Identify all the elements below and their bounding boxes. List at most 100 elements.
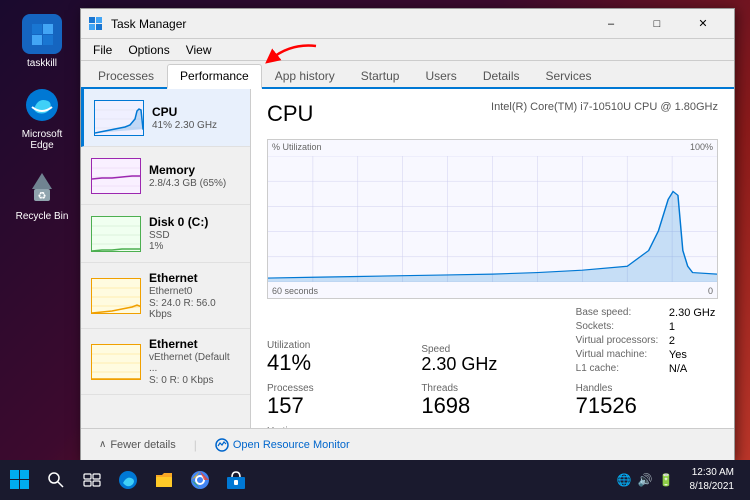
window-controls: – □ ✕ [588,9,726,39]
base-speed-value: 2.30 GHz [669,307,718,319]
ethernet1-info: Ethernet Ethernet0 S: 24.0 R: 56.0 Kbps [149,271,240,320]
cpu-stats: Utilization 41% Speed 2.30 GHz Base spee… [267,307,718,428]
l1-value: N/A [669,363,718,375]
sidebar-item-ethernet2[interactable]: Ethernet vEthernet (Default ... S: 0 R: … [81,329,250,395]
desktop-icon-edge[interactable]: Microsoft Edge [10,81,74,155]
desktop-icon-list: taskkill Microsoft Edge ♻ Recycle Bin [10,10,74,226]
threads-block: Threads 1698 [421,383,563,418]
ethernet2-sub2: S: 0 R: 0 Kbps [149,375,240,386]
cpu-thumbnail [94,100,144,136]
disk-name: Disk 0 (C:) [149,215,240,229]
tab-details[interactable]: Details [470,64,533,87]
utilization-value: 41% [267,351,409,375]
speed-value: 2.30 GHz [421,355,563,375]
desktop-icon-taskkill-label: taskkill [27,58,57,69]
disk-info: Disk 0 (C:) SSD 1% [149,215,240,252]
disk-sub1: SSD 1% [149,230,240,252]
volume-icon[interactable]: 🔊 [638,473,653,487]
tab-performance[interactable]: Performance [167,64,262,89]
threads-value: 1698 [421,394,563,418]
handles-block: Handles 71526 [576,383,718,418]
cpu-detail-panel: CPU Intel(R) Core(TM) i7-10510U CPU @ 1.… [251,89,734,428]
ethernet1-sub2: S: 24.0 R: 56.0 Kbps [149,298,240,320]
processes-value: 157 [267,394,409,418]
taskbar-left [0,464,613,496]
title-bar: Task Manager – □ ✕ [81,9,734,39]
desktop-icon-edge-label: Microsoft Edge [14,129,70,151]
cpu-sub: 41% 2.30 GHz [152,120,240,131]
ethernet2-info: Ethernet vEthernet (Default ... S: 0 R: … [149,337,240,386]
memory-sub: 2.8/4.3 GB (65%) [149,178,240,189]
cpu-name: CPU [152,105,240,119]
taskbar-clock[interactable]: 12:30 AM 8/18/2021 [682,466,743,494]
taskbar-files-icon[interactable] [148,464,180,496]
vm-label: Virtual machine: [576,349,661,361]
system-tray: 🌐 🔊 🔋 [613,473,678,487]
tab-startup[interactable]: Startup [348,64,413,87]
vproc-label: Virtual processors: [576,335,661,347]
menu-file[interactable]: File [85,41,120,59]
minimize-button[interactable]: – [588,9,634,39]
fewer-details-label: Fewer details [110,439,175,451]
sockets-value: 1 [669,321,718,333]
speed-block: Speed 2.30 GHz [421,344,563,375]
tab-app-history[interactable]: App history [262,64,348,87]
close-button[interactable]: ✕ [680,9,726,39]
taskbar-edge-icon[interactable] [112,464,144,496]
vm-value: Yes [669,349,718,361]
graph-y-label: % Utilization [272,142,322,152]
chevron-up-icon: ∧ [99,439,106,450]
ethernet2-thumbnail [91,344,141,380]
vproc-value: 2 [669,335,718,347]
search-taskbar-button[interactable] [40,464,72,496]
ethernet1-sub1: Ethernet0 [149,286,240,297]
task-manager-footer: ∧ Fewer details | Open Resource Monitor [81,428,734,460]
open-resource-monitor-label: Open Resource Monitor [233,439,350,451]
cpu-title: CPU [267,101,313,127]
cpu-model: Intel(R) Core(TM) i7-10510U CPU @ 1.80GH… [491,101,718,113]
network-icon[interactable]: 🌐 [617,473,632,487]
tab-processes[interactable]: Processes [85,64,167,87]
battery-icon[interactable]: 🔋 [659,473,674,487]
resource-monitor-icon [215,438,229,452]
fewer-details-button[interactable]: ∧ Fewer details [93,437,182,453]
taskbar-right: 🌐 🔊 🔋 12:30 AM 8/18/2021 [613,466,750,494]
cpu-info: CPU 41% 2.30 GHz [152,105,240,131]
tab-users[interactable]: Users [412,64,469,87]
sidebar-item-cpu[interactable]: CPU 41% 2.30 GHz [81,89,250,147]
svg-text:♻: ♻ [38,191,47,202]
desktop-icon-recycle[interactable]: ♻ Recycle Bin [10,163,74,226]
taskbar-chrome-icon[interactable] [184,464,216,496]
open-resource-monitor-button[interactable]: Open Resource Monitor [209,436,356,454]
graph-x-label: 60 seconds [272,286,318,296]
sidebar-item-memory[interactable]: Memory 2.8/4.3 GB (65%) [81,147,250,205]
desktop-icon-taskkill[interactable]: taskkill [10,10,74,73]
task-view-button[interactable] [76,464,108,496]
processes-block: Processes 157 [267,383,409,418]
sidebar-item-disk[interactable]: Disk 0 (C:) SSD 1% [81,205,250,263]
ethernet1-thumbnail [91,278,141,314]
cpu-header: CPU Intel(R) Core(TM) i7-10510U CPU @ 1.… [267,101,718,127]
graph-x-right: 0 [708,286,713,296]
menu-bar: File Options View [81,39,734,61]
memory-info: Memory 2.8/4.3 GB (65%) [149,163,240,189]
l1-label: L1 cache: [576,363,661,375]
clock-date: 8/18/2021 [690,480,735,494]
performance-sidebar: CPU 41% 2.30 GHz Memory 2 [81,89,251,428]
maximize-button[interactable]: □ [634,9,680,39]
cpu-graph: % Utilization 100% 60 seconds 0 [267,139,718,299]
footer-divider: | [194,438,197,452]
menu-options[interactable]: Options [120,41,177,59]
desktop-icon-recycle-label: Recycle Bin [16,211,69,222]
taskbar-store-icon[interactable] [220,464,252,496]
disk-thumbnail [91,216,141,252]
utilization-block: Utilization 41% [267,340,409,375]
memory-thumbnail [91,158,141,194]
start-button[interactable] [4,464,36,496]
tab-services[interactable]: Services [533,64,605,87]
menu-view[interactable]: View [178,41,220,59]
sockets-label: Sockets: [576,321,661,333]
sidebar-item-ethernet1[interactable]: Ethernet Ethernet0 S: 24.0 R: 56.0 Kbps [81,263,250,329]
ethernet2-sub1: vEthernet (Default ... [149,352,240,374]
window-title: Task Manager [111,17,588,31]
